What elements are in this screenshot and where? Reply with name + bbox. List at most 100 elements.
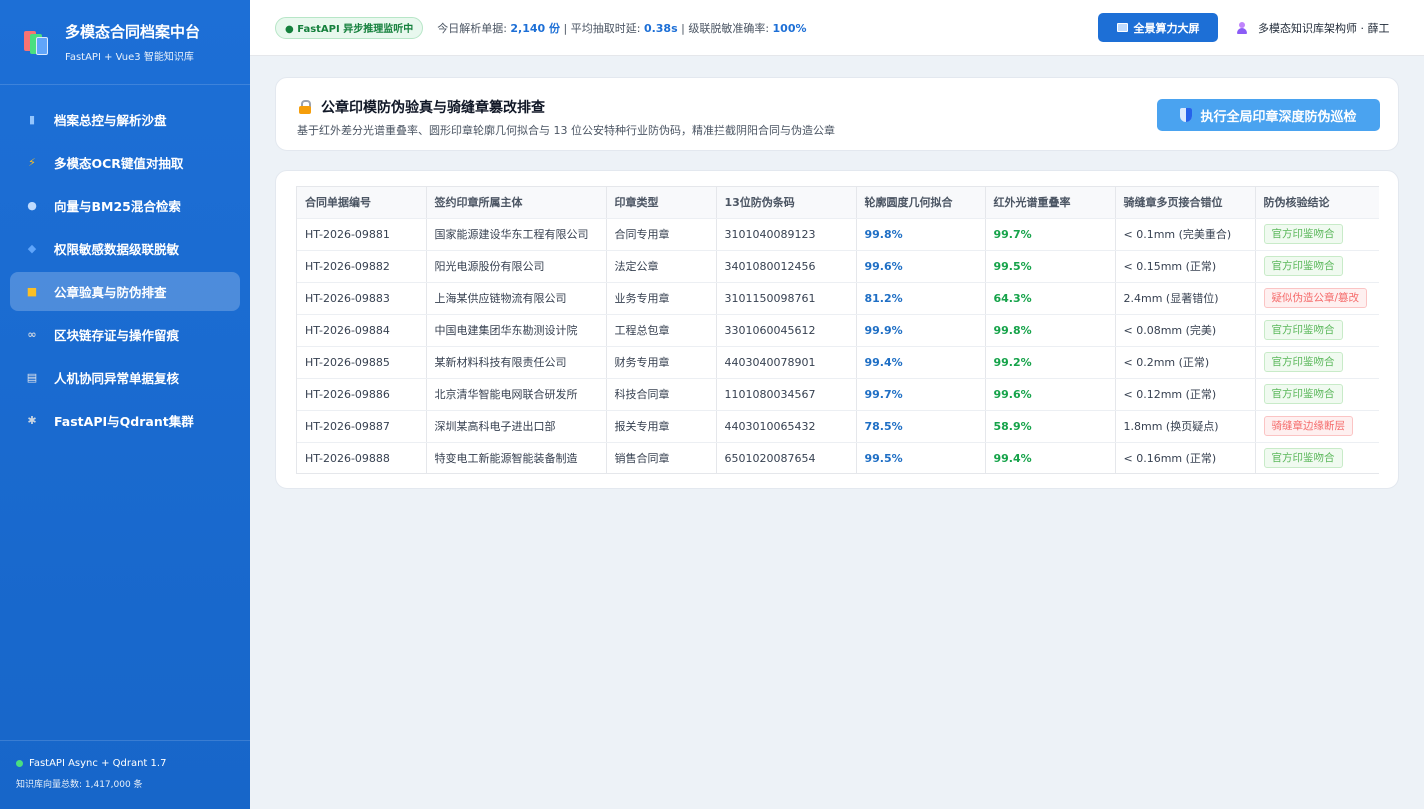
contract-id-cell: HT-2026-09887 bbox=[297, 410, 427, 443]
run-anti-counterfeit-scan-button[interactable]: 执行全局印章深度防伪巡检 bbox=[1157, 99, 1380, 131]
anti-fake-code-cell: 4403040078901 bbox=[716, 346, 857, 379]
clipboard-icon: ▤ bbox=[26, 371, 38, 384]
table-row[interactable]: HT-2026-09884 中国电建集团华东勘测设计院 工程总包章 330106004… bbox=[297, 314, 1379, 347]
service-status: FastAPI Async + Qdrant 1.7 bbox=[29, 758, 167, 769]
monitor-icon bbox=[1116, 23, 1128, 32]
seam-offset-cell: < 0.2mm (正常) bbox=[1115, 346, 1256, 379]
verdict-badge: 骑缝章边缘断层 bbox=[1263, 416, 1353, 436]
sidebar-item-1[interactable]: ▮ 档案总控与解析沙盘 bbox=[10, 100, 240, 139]
online-status-dot bbox=[16, 760, 23, 767]
shield-icon: ◆ bbox=[27, 242, 37, 255]
verdict-cell: 官方印鉴吻合 bbox=[1255, 442, 1379, 473]
infrared-overlap-cell: 64.3% bbox=[985, 282, 1116, 315]
compute-dashboard-button[interactable]: 全景算力大屏 bbox=[1098, 13, 1218, 42]
sidebar-item-2[interactable]: ⚡ 多模态OCR键值对抽取 bbox=[10, 143, 240, 182]
seam-offset-cell: < 0.16mm (正常) bbox=[1115, 442, 1256, 473]
seal-type-cell: 业务专用章 bbox=[606, 282, 717, 315]
scan-button-label: 执行全局印章深度防伪巡检 bbox=[1200, 109, 1357, 125]
contour-fit-cell: 78.5% bbox=[856, 410, 986, 443]
infrared-overlap-cell: 99.4% bbox=[985, 442, 1116, 473]
sidebar-item-4[interactable]: ◆ 权限敏感数据级联脱敏 bbox=[10, 229, 240, 268]
seal-type-cell: 工程总包章 bbox=[606, 314, 717, 347]
table-row[interactable]: HT-2026-09881 国家能源建设华东工程有限公司 合同专用章 31010400… bbox=[297, 218, 1379, 251]
sidebar-item-5[interactable]: ■ 公章验真与防伪排查 bbox=[10, 272, 240, 311]
seal-type-cell: 合同专用章 bbox=[606, 218, 717, 251]
contour-fit-cell: 99.7% bbox=[856, 378, 986, 411]
infrared-overlap-cell: 99.2% bbox=[985, 346, 1116, 379]
bar-chart-icon: ▮ bbox=[28, 113, 36, 126]
anti-fake-code-cell: 3101150098761 bbox=[716, 282, 857, 315]
verdict-cell: 官方印鉴吻合 bbox=[1255, 218, 1379, 251]
table-row[interactable]: HT-2026-09885 某新材料科技有限责任公司 财务专用章 4403040078… bbox=[297, 346, 1379, 379]
sidebar-item-label: 区块链存证与操作留痕 bbox=[54, 328, 180, 343]
seal-entity-cell: 上海某供应链物流有限公司 bbox=[426, 282, 607, 315]
page-title: 公章印模防伪验真与骑缝章篡改排查 bbox=[297, 97, 545, 117]
user-name: 多模态知识库架构师 · 薛工 bbox=[1258, 22, 1390, 35]
link-icon: ∞ bbox=[27, 328, 37, 341]
brand-title: 多模态合同档案中台 bbox=[65, 22, 201, 41]
page-description: 基于红外差分光谱重叠率、圆形印章轮廓几何拟合与 13 位公安特种行业防伪码，精准… bbox=[297, 124, 835, 137]
seal-type-cell: 财务专用章 bbox=[606, 346, 717, 379]
table-row[interactable]: HT-2026-09886 北京清华智能电网联合研发所 科技合同章 110108003… bbox=[297, 378, 1379, 411]
seal-verification-table-card: 合同单据编号 签约印章所属主体 印章类型 13位防伪条码 轮廓圆度几何拟合 红外光谱重叠率… bbox=[275, 170, 1399, 489]
seam-offset-cell: 1.8mm (换页疑点) bbox=[1115, 410, 1256, 443]
sidebar-item-6[interactable]: ∞ 区块链存证与操作留痕 bbox=[10, 315, 240, 354]
sidebar-item-3[interactable]: ● 向量与BM25混合检索 bbox=[10, 186, 240, 225]
column-header: 13位防伪条码 bbox=[716, 187, 857, 219]
column-header: 合同单据编号 bbox=[297, 187, 427, 219]
sidebar: 多模态合同档案中台 FastAPI + Vue3 智能知识库 ▮ 档案总控与解析沙… bbox=[0, 0, 250, 809]
shield-icon bbox=[1180, 108, 1193, 122]
seam-offset-cell: < 0.15mm (正常) bbox=[1115, 250, 1256, 283]
column-header: 签约印章所属主体 bbox=[426, 187, 607, 219]
sidebar-item-8[interactable]: ✱ FastAPI与Qdrant集群 bbox=[10, 401, 240, 440]
contour-fit-cell: 99.8% bbox=[856, 218, 986, 251]
stat-latency-label: | 平均抽取时延: bbox=[560, 21, 644, 35]
verdict-cell: 官方印鉴吻合 bbox=[1255, 314, 1379, 347]
contour-fit-cell: 81.2% bbox=[856, 282, 986, 315]
verdict-cell: 疑似伪造公章/篡改 bbox=[1255, 282, 1379, 315]
seam-offset-cell: 2.4mm (显著错位) bbox=[1115, 282, 1256, 315]
sidebar-item-label: 公章验真与防伪排查 bbox=[54, 285, 167, 300]
seam-offset-cell: < 0.12mm (正常) bbox=[1115, 378, 1256, 411]
stat-parsed-value: 2,140 份 bbox=[510, 21, 561, 35]
verdict-cell: 官方印鉴吻合 bbox=[1255, 346, 1379, 379]
table-row[interactable]: HT-2026-09888 特变电工新能源智能装备制造 销售合同章 650102008… bbox=[297, 442, 1379, 473]
table-row[interactable]: HT-2026-09887 深圳某高科电子进出口部 报关专用章 44030100654… bbox=[297, 410, 1379, 443]
page-header-card: 公章印模防伪验真与骑缝章篡改排查 基于红外差分光谱重叠率、圆形印章轮廓几何拟合与… bbox=[275, 77, 1399, 151]
contract-id-cell: HT-2026-09885 bbox=[297, 346, 427, 379]
brand: 多模态合同档案中台 FastAPI + Vue3 智能知识库 bbox=[0, 0, 250, 85]
seal-entity-cell: 某新材料科技有限责任公司 bbox=[426, 346, 607, 379]
seal-entity-cell: 中国电建集团华东勘测设计院 bbox=[426, 314, 607, 347]
verdict-cell: 骑缝章边缘断层 bbox=[1255, 410, 1379, 443]
infrared-overlap-cell: 58.9% bbox=[985, 410, 1116, 443]
seal-entity-cell: 特变电工新能源智能装备制造 bbox=[426, 442, 607, 473]
verdict-badge: 官方印鉴吻合 bbox=[1263, 224, 1343, 244]
sidebar-nav: ▮ 档案总控与解析沙盘 ⚡ 多模态OCR键值对抽取 ● 向量与BM25混合检索 ◆ 权限敏感数… bbox=[0, 85, 250, 440]
sidebar-item-label: 多模态OCR键值对抽取 bbox=[54, 156, 184, 171]
column-header: 骑缝章多页接合错位 bbox=[1115, 187, 1256, 219]
table-row[interactable]: HT-2026-09882 阳光电源股份有限公司 法定公章 3401080012456… bbox=[297, 250, 1379, 283]
table-row[interactable]: HT-2026-09883 上海某供应链物流有限公司 业务专用章 3101150098… bbox=[297, 282, 1379, 315]
user-profile[interactable]: 多模态知识库架构师 · 薛工 bbox=[1236, 20, 1390, 36]
seal-type-cell: 报关专用章 bbox=[606, 410, 717, 443]
seal-type-cell: 科技合同章 bbox=[606, 378, 717, 411]
seal-entity-cell: 国家能源建设华东工程有限公司 bbox=[426, 218, 607, 251]
sidebar-item-label: 权限敏感数据级联脱敏 bbox=[54, 242, 180, 257]
brand-subtitle: FastAPI + Vue3 智能知识库 bbox=[65, 51, 194, 63]
anti-fake-code-cell: 1101080034567 bbox=[716, 378, 857, 411]
stat-parsed-label: 今日解析单据: bbox=[437, 21, 511, 35]
sidebar-item-label: 档案总控与解析沙盘 bbox=[54, 113, 167, 128]
stat-latency-value: 0.38s bbox=[643, 21, 678, 35]
infrared-overlap-cell: 99.5% bbox=[985, 250, 1116, 283]
verdict-badge: 疑似伪造公章/篡改 bbox=[1263, 288, 1368, 308]
stat-accuracy-label: | 级联脱敏准确率: bbox=[677, 21, 773, 35]
gear-icon: ✱ bbox=[27, 414, 37, 427]
contract-id-cell: HT-2026-09883 bbox=[297, 282, 427, 315]
table-scroll-container[interactable]: 合同单据编号 签约印章所属主体 印章类型 13位防伪条码 轮廓圆度几何拟合 红外光谱重叠率… bbox=[296, 186, 1379, 474]
sidebar-item-7[interactable]: ▤ 人机协同异常单据复核 bbox=[10, 358, 240, 397]
table-body: HT-2026-09881 国家能源建设华东工程有限公司 合同专用章 31010400… bbox=[297, 218, 1379, 473]
seal-type-cell: 法定公章 bbox=[606, 250, 717, 283]
seal-type-cell: 销售合同章 bbox=[606, 442, 717, 473]
contour-fit-cell: 99.5% bbox=[856, 442, 986, 473]
top-header: ● FastAPI 异步推理监听中 今日解析单据: 2,140 份 | 平均抽取… bbox=[250, 0, 1424, 56]
